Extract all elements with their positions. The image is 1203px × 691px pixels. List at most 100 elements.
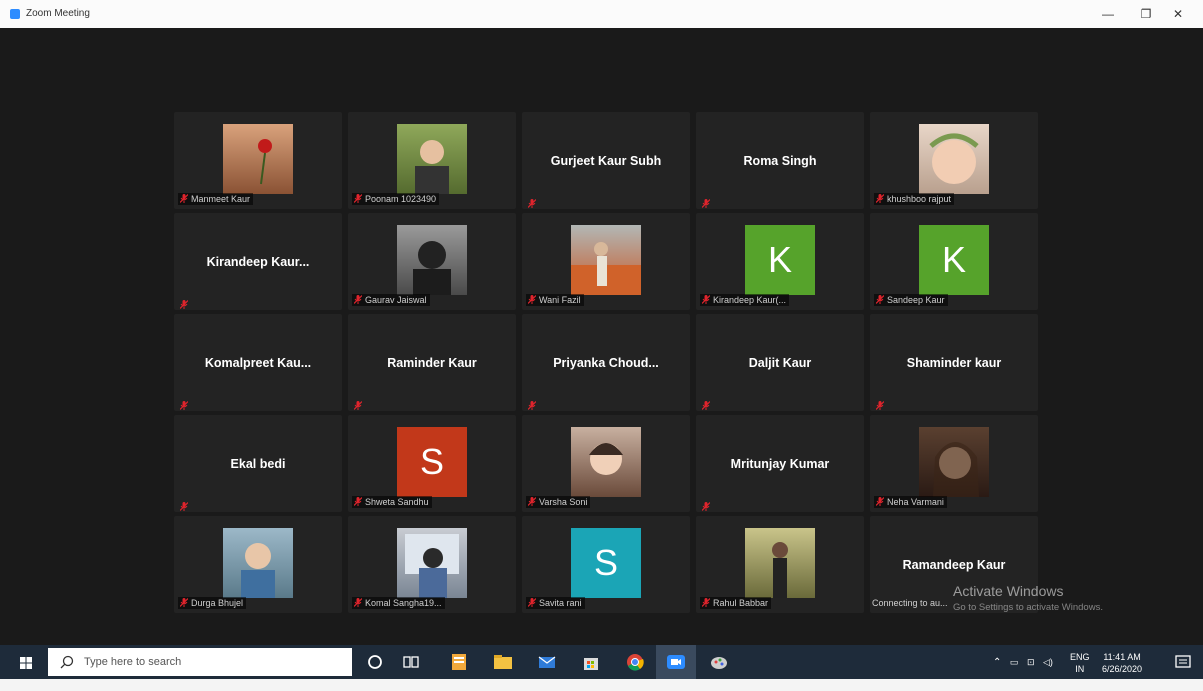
participant-name: Ramandeep Kaur [902,558,1006,572]
participant-tile[interactable]: Ekal bedi [174,415,342,512]
participant-tile[interactable]: Varsha Soni [522,415,690,512]
connecting-status: Connecting to au... [872,598,948,608]
mic-muted-icon [701,195,711,208]
mic-muted-icon [179,598,189,607]
maximize-button[interactable]: ❐ [1133,4,1159,24]
participant-tile[interactable]: Durga Bhujel [174,516,342,613]
clock-date: 6/26/2020 [1102,664,1143,674]
region-code: IN [1075,664,1085,674]
participant-tile[interactable]: Komalpreet Kau... [174,314,342,411]
participant-label: Manmeet Kaur [178,193,254,205]
participant-tile[interactable]: Roma Singh [696,112,864,209]
participant-label: Sandeep Kaur [874,294,948,306]
participant-name: Daljit Kaur [748,356,812,370]
paint-icon[interactable] [708,651,730,673]
participant-tile[interactable]: K Kirandeep Kaur(... [696,213,864,310]
participant-avatar: S [397,427,467,497]
windows-taskbar: Type here to search ⌃ ▭ ⊡ ◁) ENG IN 11:4… [0,645,1203,679]
participant-name: Priyanka Choud... [553,356,659,370]
mic-muted-icon [875,295,885,304]
zoom-taskbar-icon[interactable] [665,651,687,673]
notes-app-icon[interactable] [448,651,470,673]
participant-tile[interactable]: Neha Varmani [870,415,1038,512]
participant-tile[interactable]: Wani Fazil [522,213,690,310]
mic-muted-icon [353,598,363,607]
notifications-icon[interactable] [1172,651,1194,673]
taskbar-search-box[interactable]: Type here to search [48,648,352,676]
participant-name: Raminder Kaur [387,356,477,370]
participant-tile[interactable]: Mritunjay Kumar [696,415,864,512]
mic-muted-icon [179,296,189,309]
participant-tile[interactable]: Komal Sangha19... [348,516,516,613]
clock[interactable]: 11:41 AM 6/26/2020 [1102,651,1142,685]
volume-icon[interactable]: ◁) [1043,657,1053,667]
participant-tile[interactable]: Kirandeep Kaur... [174,213,342,310]
participant-tile[interactable]: Raminder Kaur [348,314,516,411]
meeting-video-area: Manmeet Kaur Poonam 1023490 Gurjeet Kaur S… [0,28,1203,645]
language-indicator[interactable]: ENG IN [1070,651,1090,685]
minimize-button[interactable]: — [1095,4,1121,24]
participant-label: Savita rani [526,597,585,609]
mic-muted-icon [179,397,189,410]
mic-muted-icon [875,497,885,506]
participant-tile[interactable]: Daljit Kaur [696,314,864,411]
file-explorer-icon[interactable] [492,651,514,673]
mic-muted-icon [701,397,711,410]
participant-label: Wani Fazil [526,294,584,306]
participant-tile[interactable]: Poonam 1023490 [348,112,516,209]
participant-label: Kirandeep Kaur(... [700,294,790,306]
participant-photo [397,225,467,295]
system-tray-icons[interactable]: ⌃ ▭ ⊡ ◁) [993,657,1053,691]
participant-avatar: K [745,225,815,295]
participant-label: khushboo rajput [874,193,955,205]
battery-icon[interactable]: ▭ [1010,657,1019,667]
participant-name: Shaminder kaur [906,356,1002,370]
participant-tile[interactable]: khushboo rajput [870,112,1038,209]
participant-avatar: S [571,528,641,598]
mic-muted-icon [527,295,537,304]
participant-label: Shweta Sandhu [352,496,432,508]
participant-photo [745,528,815,598]
search-placeholder: Type here to search [84,656,182,668]
mic-muted-icon [701,295,711,304]
participant-name: Komalpreet Kau... [204,356,312,370]
mic-muted-icon [527,497,537,506]
windows-start-icon[interactable] [20,657,32,669]
participant-photo [571,225,641,295]
participant-tile[interactable]: Shaminder kaur [870,314,1038,411]
participant-tile[interactable]: Manmeet Kaur [174,112,342,209]
participant-tile[interactable]: Priyanka Choud... [522,314,690,411]
participant-tile[interactable]: Gurjeet Kaur Subh [522,112,690,209]
participant-label: Poonam 1023490 [352,193,440,205]
search-icon [60,655,74,669]
window-title: Zoom Meeting [26,8,90,19]
participant-label: Rahul Babbar [700,597,772,609]
participant-photo [223,528,293,598]
mic-muted-icon [353,194,363,203]
mic-muted-icon [179,498,189,511]
mic-muted-icon [527,598,537,607]
participant-name: Ekal bedi [230,457,286,471]
mail-icon[interactable] [536,651,558,673]
participant-name: Mritunjay Kumar [730,457,830,471]
participant-tile[interactable]: S Savita rani [522,516,690,613]
language-code: ENG [1070,652,1090,662]
task-view-icon[interactable] [400,651,422,673]
network-icon[interactable]: ⊡ [1027,657,1035,667]
participant-tile[interactable]: Gaurav Jaiswal [348,213,516,310]
mic-muted-icon [875,194,885,203]
participant-name: Gurjeet Kaur Subh [550,154,662,168]
cortana-icon[interactable] [364,651,386,673]
store-icon[interactable] [580,651,602,673]
participant-photo [397,124,467,194]
participant-tile[interactable]: Rahul Babbar [696,516,864,613]
participant-photo [571,427,641,497]
close-button[interactable]: ✕ [1165,4,1191,24]
chrome-icon[interactable] [624,651,646,673]
mic-muted-icon [353,295,363,304]
chevron-up-icon[interactable]: ⌃ [993,657,1001,668]
mic-muted-icon [527,397,537,410]
participant-tile[interactable]: S Shweta Sandhu [348,415,516,512]
participant-tile[interactable]: K Sandeep Kaur [870,213,1038,310]
participant-photo [919,427,989,497]
